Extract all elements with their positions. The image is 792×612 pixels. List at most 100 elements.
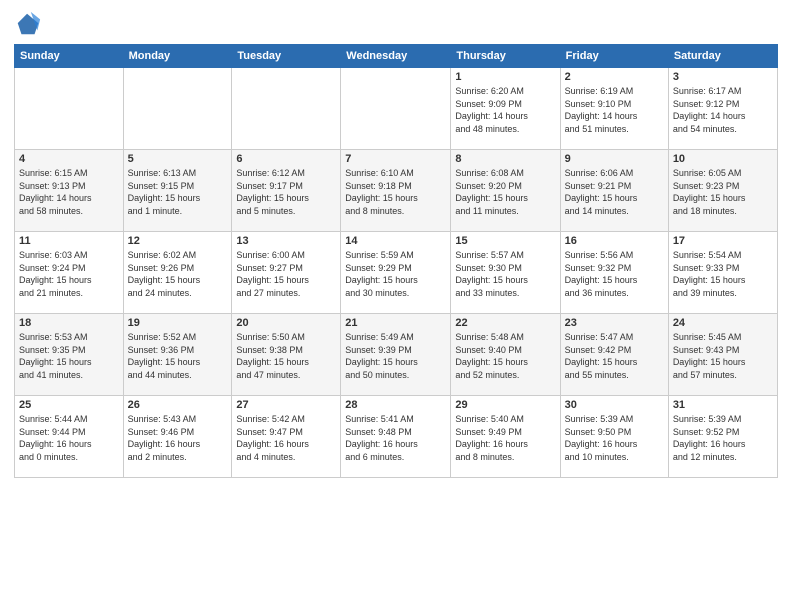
- day-info: Sunrise: 5:43 AM Sunset: 9:46 PM Dayligh…: [128, 413, 228, 463]
- day-info: Sunrise: 5:39 AM Sunset: 9:50 PM Dayligh…: [565, 413, 664, 463]
- weekday-header: Thursday: [451, 45, 560, 68]
- calendar-cell: 25 Sunrise: 5:44 AM Sunset: 9:44 PM Dayli…: [15, 396, 124, 478]
- day-info: Sunrise: 5:49 AM Sunset: 9:39 PM Dayligh…: [345, 331, 446, 381]
- day-info: Sunrise: 6:20 AM Sunset: 9:09 PM Dayligh…: [455, 85, 555, 135]
- day-info: Sunrise: 6:12 AM Sunset: 9:17 PM Dayligh…: [236, 167, 336, 217]
- day-info: Sunrise: 5:53 AM Sunset: 9:35 PM Dayligh…: [19, 331, 119, 381]
- calendar: SundayMondayTuesdayWednesdayThursdayFrid…: [14, 44, 778, 478]
- calendar-cell: 11 Sunrise: 6:03 AM Sunset: 9:24 PM Dayli…: [15, 232, 124, 314]
- calendar-cell: 18Sunrise: 5:53 AM Sunset: 9:35 PM Dayli…: [15, 314, 124, 396]
- calendar-week-row: 18Sunrise: 5:53 AM Sunset: 9:35 PM Dayli…: [15, 314, 778, 396]
- day-number: 13: [236, 235, 336, 247]
- calendar-cell: [232, 68, 341, 150]
- day-number: 3: [673, 71, 773, 83]
- calendar-cell: [341, 68, 451, 150]
- calendar-cell: 3 Sunrise: 6:17 AM Sunset: 9:12 PM Daylig…: [668, 68, 777, 150]
- day-number: 7: [345, 153, 446, 165]
- day-number: 1: [455, 71, 555, 83]
- calendar-cell: 30Sunrise: 5:39 AM Sunset: 9:50 PM Dayli…: [560, 396, 668, 478]
- day-info: Sunrise: 6:10 AM Sunset: 9:18 PM Dayligh…: [345, 167, 446, 217]
- day-number: 23: [565, 317, 664, 329]
- calendar-cell: 10 Sunrise: 6:05 AM Sunset: 9:23 PM Dayli…: [668, 150, 777, 232]
- day-info: Sunrise: 5:57 AM Sunset: 9:30 PM Dayligh…: [455, 249, 555, 299]
- calendar-cell: 9 Sunrise: 6:06 AM Sunset: 9:21 PM Daylig…: [560, 150, 668, 232]
- day-info: Sunrise: 6:15 AM Sunset: 9:13 PM Dayligh…: [19, 167, 119, 217]
- day-number: 8: [455, 153, 555, 165]
- calendar-cell: 24 Sunrise: 5:45 AM Sunset: 9:43 PM Dayli…: [668, 314, 777, 396]
- calendar-cell: 1 Sunrise: 6:20 AM Sunset: 9:09 PM Daylig…: [451, 68, 560, 150]
- calendar-cell: 29 Sunrise: 5:40 AM Sunset: 9:49 PM Dayli…: [451, 396, 560, 478]
- calendar-cell: 12Sunrise: 6:02 AM Sunset: 9:26 PM Dayli…: [123, 232, 232, 314]
- day-number: 17: [673, 235, 773, 247]
- day-number: 14: [345, 235, 446, 247]
- day-info: Sunrise: 5:40 AM Sunset: 9:49 PM Dayligh…: [455, 413, 555, 463]
- calendar-cell: 20 Sunrise: 5:50 AM Sunset: 9:38 PM Dayli…: [232, 314, 341, 396]
- logo-icon: [14, 10, 42, 38]
- calendar-cell: 7 Sunrise: 6:10 AM Sunset: 9:18 PM Daylig…: [341, 150, 451, 232]
- calendar-cell: 14 Sunrise: 5:59 AM Sunset: 9:29 PM Dayli…: [341, 232, 451, 314]
- calendar-week-row: 11 Sunrise: 6:03 AM Sunset: 9:24 PM Dayli…: [15, 232, 778, 314]
- day-number: 6: [236, 153, 336, 165]
- weekday-header: Monday: [123, 45, 232, 68]
- day-info: Sunrise: 5:45 AM Sunset: 9:43 PM Dayligh…: [673, 331, 773, 381]
- day-number: 19: [128, 317, 228, 329]
- calendar-header-row: SundayMondayTuesdayWednesdayThursdayFrid…: [15, 45, 778, 68]
- calendar-week-row: 25 Sunrise: 5:44 AM Sunset: 9:44 PM Dayli…: [15, 396, 778, 478]
- day-info: Sunrise: 6:05 AM Sunset: 9:23 PM Dayligh…: [673, 167, 773, 217]
- calendar-cell: 8 Sunrise: 6:08 AM Sunset: 9:20 PM Daylig…: [451, 150, 560, 232]
- calendar-cell: 28Sunrise: 5:41 AM Sunset: 9:48 PM Dayli…: [341, 396, 451, 478]
- calendar-cell: 5 Sunrise: 6:13 AM Sunset: 9:15 PM Daylig…: [123, 150, 232, 232]
- day-number: 11: [19, 235, 119, 247]
- weekday-header: Wednesday: [341, 45, 451, 68]
- calendar-cell: 13 Sunrise: 6:00 AM Sunset: 9:27 PM Dayli…: [232, 232, 341, 314]
- day-number: 20: [236, 317, 336, 329]
- day-number: 5: [128, 153, 228, 165]
- calendar-cell: 15Sunrise: 5:57 AM Sunset: 9:30 PM Dayli…: [451, 232, 560, 314]
- calendar-cell: 17Sunrise: 5:54 AM Sunset: 9:33 PM Dayli…: [668, 232, 777, 314]
- calendar-cell: 26 Sunrise: 5:43 AM Sunset: 9:46 PM Dayli…: [123, 396, 232, 478]
- day-info: Sunrise: 5:39 AM Sunset: 9:52 PM Dayligh…: [673, 413, 773, 463]
- day-info: Sunrise: 6:00 AM Sunset: 9:27 PM Dayligh…: [236, 249, 336, 299]
- day-number: 9: [565, 153, 664, 165]
- day-info: Sunrise: 6:17 AM Sunset: 9:12 PM Dayligh…: [673, 85, 773, 135]
- calendar-cell: 22Sunrise: 5:48 AM Sunset: 9:40 PM Dayli…: [451, 314, 560, 396]
- day-number: 10: [673, 153, 773, 165]
- day-number: 16: [565, 235, 664, 247]
- page: SundayMondayTuesdayWednesdayThursdayFrid…: [0, 0, 792, 612]
- day-number: 12: [128, 235, 228, 247]
- calendar-cell: [15, 68, 124, 150]
- calendar-cell: 27 Sunrise: 5:42 AM Sunset: 9:47 PM Dayli…: [232, 396, 341, 478]
- day-info: Sunrise: 6:06 AM Sunset: 9:21 PM Dayligh…: [565, 167, 664, 217]
- calendar-cell: [123, 68, 232, 150]
- day-info: Sunrise: 6:03 AM Sunset: 9:24 PM Dayligh…: [19, 249, 119, 299]
- day-number: 25: [19, 399, 119, 411]
- day-number: 24: [673, 317, 773, 329]
- day-info: Sunrise: 5:42 AM Sunset: 9:47 PM Dayligh…: [236, 413, 336, 463]
- day-number: 29: [455, 399, 555, 411]
- calendar-week-row: 1 Sunrise: 6:20 AM Sunset: 9:09 PM Daylig…: [15, 68, 778, 150]
- day-info: Sunrise: 6:08 AM Sunset: 9:20 PM Dayligh…: [455, 167, 555, 217]
- calendar-cell: 19 Sunrise: 5:52 AM Sunset: 9:36 PM Dayli…: [123, 314, 232, 396]
- day-info: Sunrise: 5:50 AM Sunset: 9:38 PM Dayligh…: [236, 331, 336, 381]
- weekday-header: Saturday: [668, 45, 777, 68]
- day-number: 26: [128, 399, 228, 411]
- day-number: 2: [565, 71, 664, 83]
- day-number: 31: [673, 399, 773, 411]
- calendar-cell: 2Sunrise: 6:19 AM Sunset: 9:10 PM Daylig…: [560, 68, 668, 150]
- day-info: Sunrise: 5:52 AM Sunset: 9:36 PM Dayligh…: [128, 331, 228, 381]
- calendar-cell: 21 Sunrise: 5:49 AM Sunset: 9:39 PM Dayli…: [341, 314, 451, 396]
- day-number: 21: [345, 317, 446, 329]
- day-number: 4: [19, 153, 119, 165]
- calendar-cell: 31 Sunrise: 5:39 AM Sunset: 9:52 PM Dayli…: [668, 396, 777, 478]
- day-info: Sunrise: 5:59 AM Sunset: 9:29 PM Dayligh…: [345, 249, 446, 299]
- day-number: 22: [455, 317, 555, 329]
- day-info: Sunrise: 5:56 AM Sunset: 9:32 PM Dayligh…: [565, 249, 664, 299]
- day-info: Sunrise: 5:44 AM Sunset: 9:44 PM Dayligh…: [19, 413, 119, 463]
- calendar-cell: 23Sunrise: 5:47 AM Sunset: 9:42 PM Dayli…: [560, 314, 668, 396]
- calendar-cell: 6 Sunrise: 6:12 AM Sunset: 9:17 PM Daylig…: [232, 150, 341, 232]
- day-info: Sunrise: 6:13 AM Sunset: 9:15 PM Dayligh…: [128, 167, 228, 217]
- weekday-header: Sunday: [15, 45, 124, 68]
- day-number: 27: [236, 399, 336, 411]
- header: [14, 10, 778, 38]
- day-info: Sunrise: 5:41 AM Sunset: 9:48 PM Dayligh…: [345, 413, 446, 463]
